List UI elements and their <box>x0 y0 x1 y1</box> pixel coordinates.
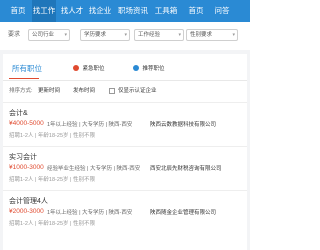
chevron-down-icon: ▾ <box>178 32 181 38</box>
star-icon <box>133 65 139 71</box>
job-row[interactable]: 实习会计 ¥1000-3000 经验毕业生经验 | 大专学历 | 陕西-西安 招… <box>3 146 247 190</box>
gender-select[interactable]: 性别要求 ▾ <box>186 29 238 41</box>
industry-select[interactable]: 公司行业 ▾ <box>28 29 70 41</box>
education-select-value: 学历要求 <box>84 32 107 38</box>
job-list-panel: 所有职位 紧急职位 推荐职位 排序方式: 更新时间 发布时间 仅显示认证企业 会… <box>3 54 247 250</box>
nav-item-find-talent[interactable]: 找人才 <box>60 0 84 22</box>
job-meta-secondary: 招聘1-2人 | 年龄18-25岁 | 性别不限 <box>9 177 95 183</box>
job-salary: ¥2000-3000 <box>9 208 44 215</box>
sort-bar: 排序方式: 更新时间 发布时间 仅显示认证企业 <box>3 85 247 97</box>
chevron-down-icon: ▾ <box>124 32 127 38</box>
job-title[interactable]: 会计管理4人 <box>9 196 48 206</box>
company-name[interactable]: 西安北辰先财税咨询有限公司 <box>150 164 222 172</box>
nav-item-career-news[interactable]: 职场资讯 <box>116 0 150 22</box>
job-meta-secondary: 招聘1-2人 | 年龄18-25岁 | 性别不限 <box>9 133 95 139</box>
nav-item-find-company[interactable]: 找企业 <box>88 0 112 22</box>
verified-only-label[interactable]: 仅显示认证企业 <box>118 85 157 97</box>
tab-divider <box>3 80 247 81</box>
chevron-down-icon: ▾ <box>232 32 235 38</box>
tab-recommended-jobs[interactable]: 推荐职位 <box>133 64 165 75</box>
experience-select-value: 工作经验 <box>138 32 161 38</box>
tab-bar: 所有职位 紧急职位 推荐职位 <box>3 62 247 79</box>
job-meta-secondary: 招聘1-2人 | 年龄18-25岁 | 性别不限 <box>9 221 95 227</box>
job-list-section: 所有职位 紧急职位 推荐职位 排序方式: 更新时间 发布时间 仅显示认证企业 会… <box>0 50 250 250</box>
nav-item-toolbox[interactable]: 工具箱 <box>152 0 180 22</box>
job-salary: ¥1000-3000 <box>9 164 44 171</box>
tab-active-indicator <box>9 78 39 79</box>
company-name[interactable]: 陕西随金企业管理有限公司 <box>150 208 216 216</box>
job-title[interactable]: 会计& <box>9 108 28 118</box>
job-meta: 1年以上经验 | 大专学历 | 陕西-西安 <box>47 122 133 128</box>
tab-urgent-jobs[interactable]: 紧急职位 <box>73 64 105 75</box>
industry-select-value: 公司行业 <box>32 32 55 38</box>
top-nav-bar: 首页 找工作 找人才 找企业 职场资讯 工具箱 首页 问答 <box>0 0 250 22</box>
nav-item-qa[interactable]: 问答 <box>210 0 234 22</box>
sort-update-time[interactable]: 更新时间 <box>38 85 60 97</box>
fire-icon <box>73 65 79 71</box>
tab-all-jobs[interactable]: 所有职位 <box>12 62 42 76</box>
chevron-down-icon: ▾ <box>64 32 67 38</box>
experience-select[interactable]: 工作经验 ▾ <box>134 29 184 41</box>
sort-label: 排序方式: <box>9 88 33 94</box>
job-row[interactable]: 会计& ¥4000-5000 1年以上经验 | 大专学历 | 陕西-西安 招聘1… <box>3 102 247 146</box>
sort-publish-time[interactable]: 发布时间 <box>73 85 95 97</box>
nav-item-home-2[interactable]: 首页 <box>184 0 208 22</box>
job-meta: 经验毕业生经验 | 大专学历 | 陕西-西安 <box>47 166 141 172</box>
nav-item-find-job[interactable]: 找工作 <box>32 0 56 22</box>
company-name[interactable]: 陕西云数教据科技有限公司 <box>150 120 216 128</box>
filter-bar: 要求 公司行业 ▾ 学历要求 ▾ 工作经验 ▾ 性别要求 ▾ <box>0 22 250 50</box>
tab-urgent-label: 紧急职位 <box>82 66 105 72</box>
gender-select-value: 性别要求 <box>190 32 213 38</box>
tab-recommended-label: 推荐职位 <box>142 66 165 72</box>
verified-only-checkbox[interactable] <box>109 88 115 94</box>
job-title[interactable]: 实习会计 <box>9 152 37 162</box>
job-meta: 1年以上经验 | 大专学历 | 陕西-西安 <box>47 210 133 216</box>
job-salary: ¥4000-5000 <box>9 120 44 127</box>
education-select[interactable]: 学历要求 ▾ <box>80 29 130 41</box>
filter-label: 要求 <box>8 32 21 38</box>
job-row[interactable]: 会计管理4人 ¥2000-3000 1年以上经验 | 大专学历 | 陕西-西安 … <box>3 190 247 234</box>
nav-item-home[interactable]: 首页 <box>6 0 30 22</box>
